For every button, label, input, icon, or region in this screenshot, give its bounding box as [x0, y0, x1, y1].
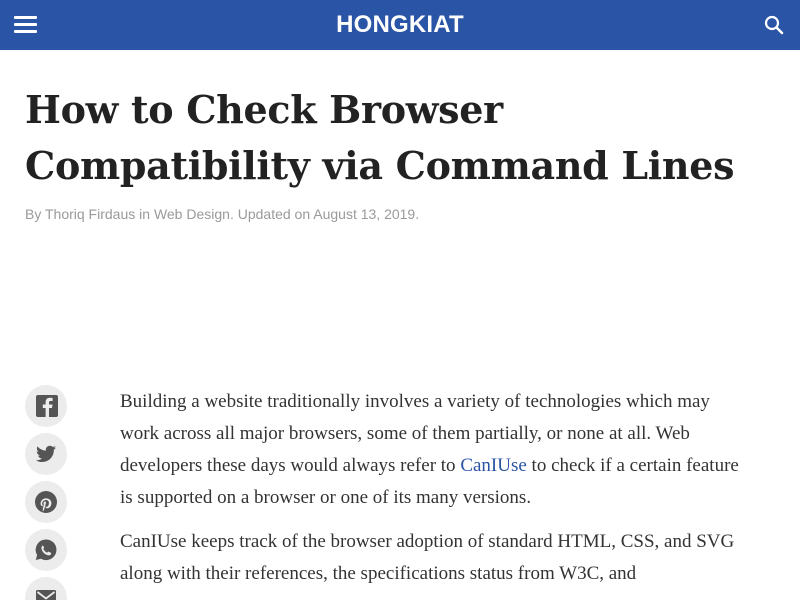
hamburger-menu-icon-line: [14, 23, 37, 26]
email-icon: [36, 590, 56, 600]
caniuse-link[interactable]: CanIUse: [460, 455, 526, 476]
author-link[interactable]: Thoriq Firdaus: [45, 206, 135, 222]
share-facebook-button[interactable]: [25, 385, 67, 427]
share-whatsapp-button[interactable]: [25, 529, 67, 571]
top-navbar: HONGKIAT: [0, 0, 800, 50]
menu-button[interactable]: [14, 15, 37, 35]
article-paragraph: CanIUse keeps track of the browser adopt…: [120, 531, 735, 584]
site-logo: HONGKIAT: [336, 11, 464, 38]
article-paragraph: Building a website traditionally involve…: [120, 386, 750, 514]
facebook-icon: [36, 395, 58, 417]
article-title: How to Check Browser Compatibility via C…: [25, 87, 735, 188]
hamburger-menu-icon: [14, 16, 37, 19]
twitter-icon: [35, 445, 56, 462]
byline-prefix: By: [25, 206, 42, 222]
share-pinterest-button[interactable]: [25, 481, 67, 523]
article-byline: By Thoriq Firdaus in Web Design. Updated…: [25, 205, 419, 223]
byline-in: in: [139, 206, 151, 222]
category-link[interactable]: Web Design: [154, 206, 230, 222]
share-email-button[interactable]: [25, 577, 67, 600]
whatsapp-icon: [35, 539, 57, 561]
share-twitter-button[interactable]: [25, 433, 67, 475]
byline-updated: . Updated on August 13, 2019.: [229, 206, 420, 222]
article-body: Building a website traditionally involve…: [120, 386, 750, 600]
search-button[interactable]: [762, 13, 786, 37]
pinterest-icon: [35, 491, 57, 513]
hamburger-menu-icon-line: [14, 30, 37, 33]
search-icon: [764, 15, 784, 35]
